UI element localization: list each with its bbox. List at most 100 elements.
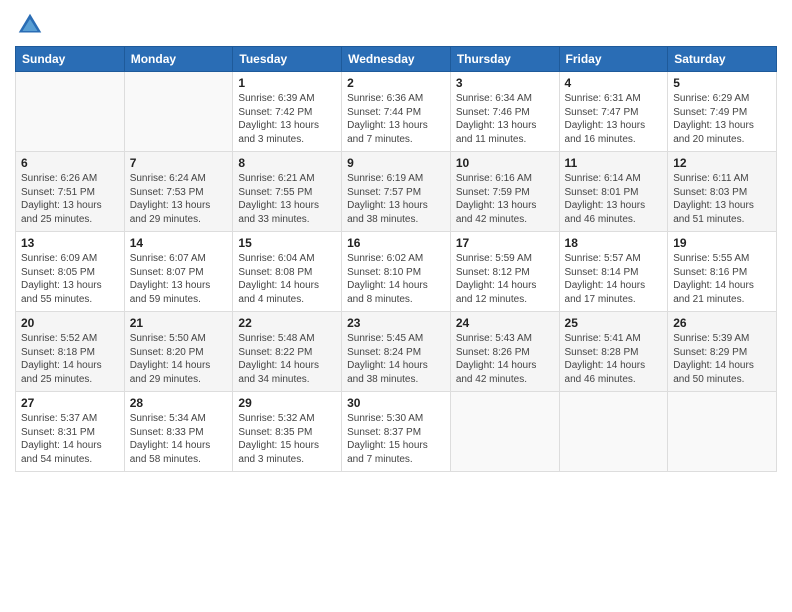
calendar-cell: 14 Sunrise: 6:07 AM Sunset: 8:07 PM Dayli… <box>124 232 233 312</box>
weekday-header-tuesday: Tuesday <box>233 47 342 72</box>
day-info: Sunrise: 6:34 AM Sunset: 7:46 PM Dayligh… <box>456 92 554 146</box>
day-info: Sunrise: 6:29 AM Sunset: 7:49 PM Dayligh… <box>673 92 771 146</box>
day-info: Sunrise: 6:16 AM Sunset: 7:59 PM Dayligh… <box>456 172 554 226</box>
calendar-cell: 5 Sunrise: 6:29 AM Sunset: 7:49 PM Daylig… <box>668 72 777 152</box>
day-info: Sunrise: 5:39 AM Sunset: 8:29 PM Dayligh… <box>673 332 771 386</box>
calendar-week-row: 13 Sunrise: 6:09 AM Sunset: 8:05 PM Dayli… <box>16 232 777 312</box>
calendar-week-row: 1 Sunrise: 6:39 AM Sunset: 7:42 PM Daylig… <box>16 72 777 152</box>
weekday-header-friday: Friday <box>559 47 668 72</box>
day-number: 22 <box>238 316 336 330</box>
day-number: 24 <box>456 316 554 330</box>
day-number: 26 <box>673 316 771 330</box>
weekday-header-monday: Monday <box>124 47 233 72</box>
header <box>15 10 777 40</box>
calendar-cell: 8 Sunrise: 6:21 AM Sunset: 7:55 PM Daylig… <box>233 152 342 232</box>
calendar-cell: 27 Sunrise: 5:37 AM Sunset: 8:31 PM Dayli… <box>16 392 125 472</box>
day-info: Sunrise: 6:02 AM Sunset: 8:10 PM Dayligh… <box>347 252 445 306</box>
day-number: 18 <box>565 236 663 250</box>
calendar-cell: 13 Sunrise: 6:09 AM Sunset: 8:05 PM Dayli… <box>16 232 125 312</box>
calendar-cell: 30 Sunrise: 5:30 AM Sunset: 8:37 PM Dayli… <box>342 392 451 472</box>
calendar-cell: 1 Sunrise: 6:39 AM Sunset: 7:42 PM Daylig… <box>233 72 342 152</box>
weekday-header-wednesday: Wednesday <box>342 47 451 72</box>
day-info: Sunrise: 6:19 AM Sunset: 7:57 PM Dayligh… <box>347 172 445 226</box>
day-info: Sunrise: 6:04 AM Sunset: 8:08 PM Dayligh… <box>238 252 336 306</box>
day-info: Sunrise: 5:34 AM Sunset: 8:33 PM Dayligh… <box>130 412 228 466</box>
calendar-cell: 29Sunrise: 5:32 AM Sunset: 8:35 PM Dayli… <box>233 392 342 472</box>
calendar-table: SundayMondayTuesdayWednesdayThursdayFrid… <box>15 46 777 472</box>
day-number: 4 <box>565 76 663 90</box>
calendar-cell: 12Sunrise: 6:11 AM Sunset: 8:03 PM Dayli… <box>668 152 777 232</box>
day-info: Sunrise: 5:45 AM Sunset: 8:24 PM Dayligh… <box>347 332 445 386</box>
day-info: Sunrise: 6:07 AM Sunset: 8:07 PM Dayligh… <box>130 252 228 306</box>
logo <box>15 10 49 40</box>
day-info: Sunrise: 6:31 AM Sunset: 7:47 PM Dayligh… <box>565 92 663 146</box>
calendar-cell: 11 Sunrise: 6:14 AM Sunset: 8:01 PM Dayli… <box>559 152 668 232</box>
day-number: 7 <box>130 156 228 170</box>
calendar-cell: 22 Sunrise: 5:48 AM Sunset: 8:22 PM Dayli… <box>233 312 342 392</box>
day-info: Sunrise: 5:30 AM Sunset: 8:37 PM Dayligh… <box>347 412 445 466</box>
day-number: 3 <box>456 76 554 90</box>
day-info: Sunrise: 5:52 AM Sunset: 8:18 PM Dayligh… <box>21 332 119 386</box>
day-info: Sunrise: 6:09 AM Sunset: 8:05 PM Dayligh… <box>21 252 119 306</box>
day-number: 25 <box>565 316 663 330</box>
day-info: Sunrise: 6:21 AM Sunset: 7:55 PM Dayligh… <box>238 172 336 226</box>
calendar-cell: 16 Sunrise: 6:02 AM Sunset: 8:10 PM Dayli… <box>342 232 451 312</box>
calendar-cell: 6 Sunrise: 6:26 AM Sunset: 7:51 PM Daylig… <box>16 152 125 232</box>
day-number: 27 <box>21 396 119 410</box>
calendar-week-row: 20 Sunrise: 5:52 AM Sunset: 8:18 PM Dayli… <box>16 312 777 392</box>
calendar-cell <box>124 72 233 152</box>
day-info: Sunrise: 6:24 AM Sunset: 7:53 PM Dayligh… <box>130 172 228 226</box>
calendar-header-row: SundayMondayTuesdayWednesdayThursdayFrid… <box>16 47 777 72</box>
day-number: 10 <box>456 156 554 170</box>
page: SundayMondayTuesdayWednesdayThursdayFrid… <box>0 0 792 612</box>
day-number: 6 <box>21 156 119 170</box>
calendar-cell: 10 Sunrise: 6:16 AM Sunset: 7:59 PM Dayli… <box>450 152 559 232</box>
calendar-cell: 18 Sunrise: 5:57 AM Sunset: 8:14 PM Dayli… <box>559 232 668 312</box>
day-info: Sunrise: 6:39 AM Sunset: 7:42 PM Dayligh… <box>238 92 336 146</box>
day-info: Sunrise: 5:57 AM Sunset: 8:14 PM Dayligh… <box>565 252 663 306</box>
day-number: 11 <box>565 156 663 170</box>
weekday-header-thursday: Thursday <box>450 47 559 72</box>
calendar-cell: 20 Sunrise: 5:52 AM Sunset: 8:18 PM Dayli… <box>16 312 125 392</box>
day-number: 5 <box>673 76 771 90</box>
calendar-cell: 15 Sunrise: 6:04 AM Sunset: 8:08 PM Dayli… <box>233 232 342 312</box>
calendar-week-row: 27 Sunrise: 5:37 AM Sunset: 8:31 PM Dayli… <box>16 392 777 472</box>
day-info: Sunrise: 5:43 AM Sunset: 8:26 PM Dayligh… <box>456 332 554 386</box>
calendar-cell <box>668 392 777 472</box>
calendar-cell: 19Sunrise: 5:55 AM Sunset: 8:16 PM Dayli… <box>668 232 777 312</box>
day-number: 8 <box>238 156 336 170</box>
logo-icon <box>15 10 45 40</box>
day-number: 20 <box>21 316 119 330</box>
calendar-cell: 26 Sunrise: 5:39 AM Sunset: 8:29 PM Dayli… <box>668 312 777 392</box>
day-number: 15 <box>238 236 336 250</box>
day-info: Sunrise: 6:11 AM Sunset: 8:03 PM Dayligh… <box>673 172 771 226</box>
day-info: Sunrise: 6:36 AM Sunset: 7:44 PM Dayligh… <box>347 92 445 146</box>
day-info: Sunrise: 5:59 AM Sunset: 8:12 PM Dayligh… <box>456 252 554 306</box>
day-number: 19 <box>673 236 771 250</box>
calendar-cell: 4 Sunrise: 6:31 AM Sunset: 7:47 PM Daylig… <box>559 72 668 152</box>
calendar-cell: 3 Sunrise: 6:34 AM Sunset: 7:46 PM Daylig… <box>450 72 559 152</box>
day-info: Sunrise: 5:50 AM Sunset: 8:20 PM Dayligh… <box>130 332 228 386</box>
calendar-cell <box>559 392 668 472</box>
day-number: 14 <box>130 236 228 250</box>
day-number: 30 <box>347 396 445 410</box>
day-info: Sunrise: 5:37 AM Sunset: 8:31 PM Dayligh… <box>21 412 119 466</box>
day-number: 2 <box>347 76 445 90</box>
day-number: 13 <box>21 236 119 250</box>
day-number: 1 <box>238 76 336 90</box>
calendar-cell: 17Sunrise: 5:59 AM Sunset: 8:12 PM Dayli… <box>450 232 559 312</box>
day-info: Sunrise: 5:32 AM Sunset: 8:35 PM Dayligh… <box>238 412 336 466</box>
calendar-week-row: 6 Sunrise: 6:26 AM Sunset: 7:51 PM Daylig… <box>16 152 777 232</box>
day-number: 23 <box>347 316 445 330</box>
calendar-cell: 23 Sunrise: 5:45 AM Sunset: 8:24 PM Dayli… <box>342 312 451 392</box>
day-info: Sunrise: 6:26 AM Sunset: 7:51 PM Dayligh… <box>21 172 119 226</box>
calendar-cell: 21Sunrise: 5:50 AM Sunset: 8:20 PM Dayli… <box>124 312 233 392</box>
day-info: Sunrise: 5:48 AM Sunset: 8:22 PM Dayligh… <box>238 332 336 386</box>
weekday-header-saturday: Saturday <box>668 47 777 72</box>
day-info: Sunrise: 6:14 AM Sunset: 8:01 PM Dayligh… <box>565 172 663 226</box>
calendar-cell: 28Sunrise: 5:34 AM Sunset: 8:33 PM Dayli… <box>124 392 233 472</box>
calendar-cell: 2 Sunrise: 6:36 AM Sunset: 7:44 PM Daylig… <box>342 72 451 152</box>
calendar-cell: 7 Sunrise: 6:24 AM Sunset: 7:53 PM Daylig… <box>124 152 233 232</box>
day-number: 9 <box>347 156 445 170</box>
day-number: 16 <box>347 236 445 250</box>
